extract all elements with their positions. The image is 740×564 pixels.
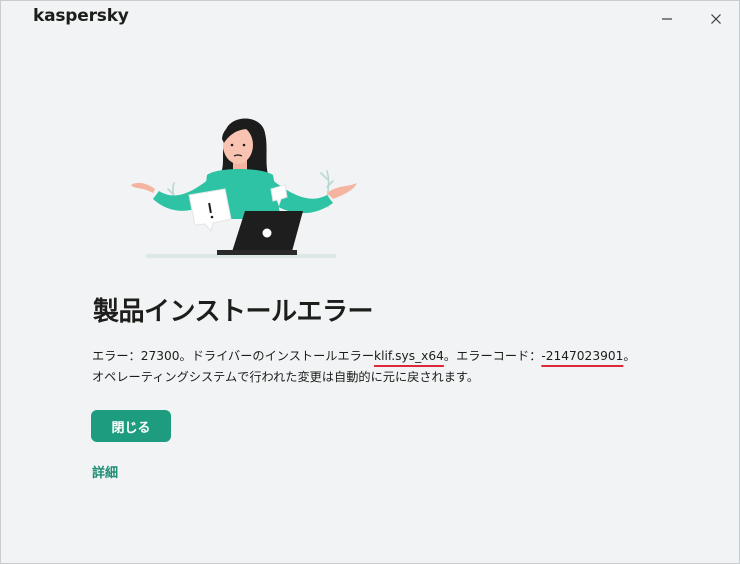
error-message-line-2: オペレーティングシステムで行われた変更は自動的に元に戻されます。: [92, 370, 480, 384]
error-message-suffix: 。: [623, 349, 636, 363]
title-bar: kaspersky: [1, 1, 739, 37]
driver-name: klif.sys_x64: [374, 349, 444, 363]
error-message: エラー：27300。ドライバーのインストールエラーklif.sys_x64。エラ…: [92, 346, 692, 388]
close-button[interactable]: 閉じる: [91, 410, 171, 442]
close-window-button[interactable]: [698, 5, 734, 33]
close-window-icon: [711, 14, 721, 24]
details-link[interactable]: 詳細: [92, 462, 118, 481]
page-title: 製品インストールエラー: [93, 297, 373, 327]
error-message-middle: 。エラーコード：: [443, 349, 542, 363]
minimize-button[interactable]: [649, 5, 685, 33]
error-message-prefix: エラー：27300。ドライバーのインストールエラー: [92, 349, 375, 363]
error-message-line-1: エラー：27300。ドライバーのインストールエラーklif.sys_x64。エラ…: [92, 346, 692, 367]
kaspersky-logo: kaspersky: [33, 6, 129, 26]
installer-window: kaspersky 製品インストールエラー エラー：27300。ドライバーのイン…: [0, 0, 740, 564]
error-code: -2147023901: [541, 349, 624, 363]
error-illustration: [131, 118, 357, 258]
minimize-icon: [662, 18, 672, 20]
